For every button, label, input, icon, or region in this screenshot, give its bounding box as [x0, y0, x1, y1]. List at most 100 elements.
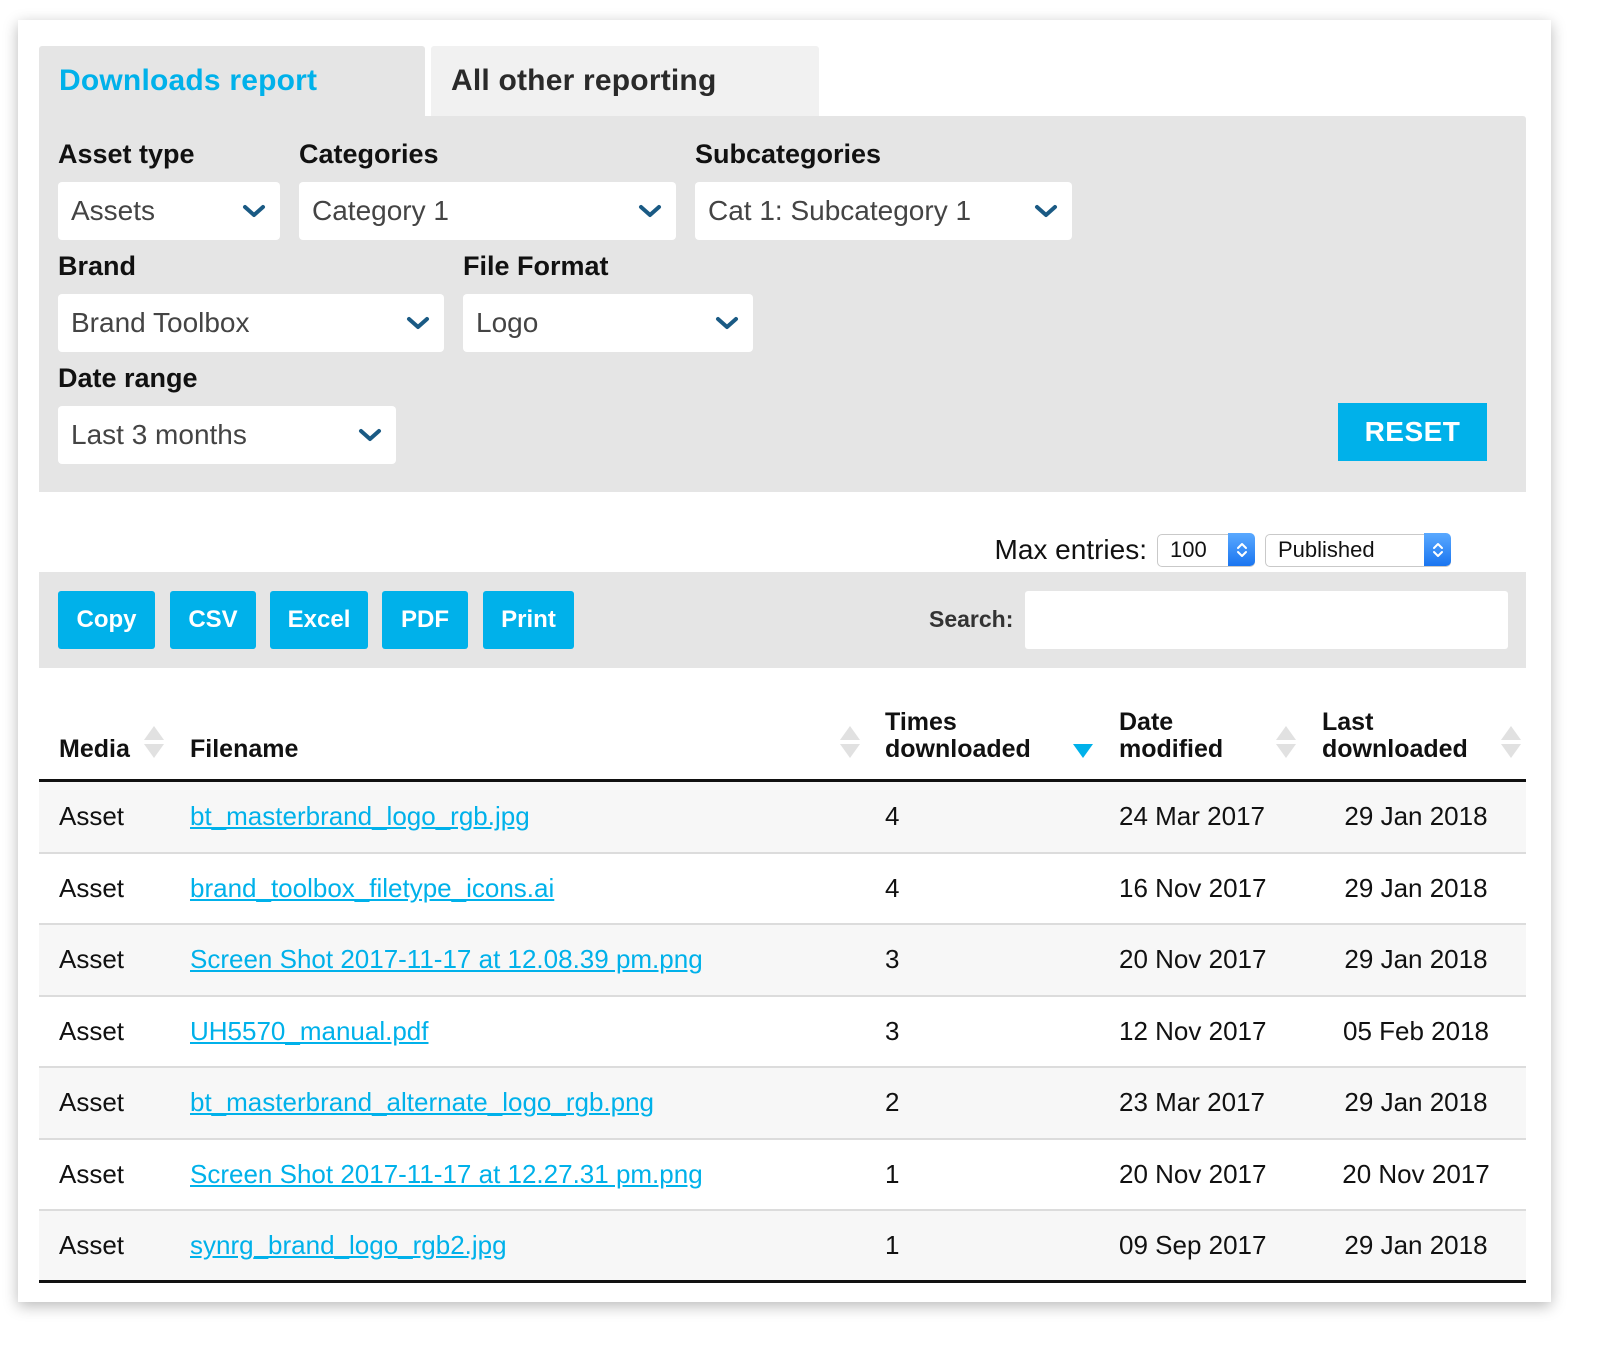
brand-label: Brand: [58, 251, 137, 281]
table-row: Asset bt_masterbrand_logo_rgb.jpg 4 24 Mar …: [39, 782, 1526, 854]
date-modified-value: 24 Mar 2017: [1119, 801, 1265, 832]
times-downloaded-value: 4: [885, 872, 900, 903]
status-value: Published: [1278, 537, 1375, 562]
categories-field: Categories Category 1: [299, 138, 676, 240]
media-value: Asset: [59, 801, 125, 832]
media-value: Asset: [59, 944, 125, 975]
column-header-last-downloaded[interactable]: Last downloaded: [1322, 709, 1492, 763]
excel-button[interactable]: Excel: [270, 591, 368, 649]
chevron-down-icon: [638, 203, 662, 219]
reset-button[interactable]: RESET: [1338, 403, 1487, 461]
sort-icon[interactable]: [839, 725, 861, 759]
copy-button[interactable]: Copy: [58, 591, 155, 649]
categories-select[interactable]: Category 1: [299, 182, 676, 240]
chevron-down-icon: [1034, 203, 1058, 219]
filter-panel: Asset type Assets Categories Category 1 …: [39, 116, 1526, 492]
media-value: Asset: [59, 872, 125, 903]
table-row: Asset Screen Shot 2017-11-17 at 12.27.31 …: [39, 1140, 1526, 1211]
filename-cell: brand_toolbox_filetype_icons.ai: [190, 854, 554, 924]
table-row: Asset Screen Shot 2017-11-17 at 12.08.39 …: [39, 925, 1526, 997]
date-modified-cell: 09 Sep 2017: [1119, 1211, 1266, 1280]
date-modified-value: 16 Nov 2017: [1119, 872, 1267, 903]
sort-icon[interactable]: [1275, 725, 1297, 759]
date-range-select[interactable]: Last 3 months: [58, 406, 396, 464]
times-downloaded-cell: 2: [885, 1068, 899, 1138]
search-input[interactable]: [1025, 591, 1508, 649]
date-range-field: Date range Last 3 months: [58, 362, 396, 464]
sort-desc-icon[interactable]: [1072, 725, 1094, 759]
last-downloaded-value: 29 Jan 2018: [1344, 872, 1488, 903]
sort-icon[interactable]: [143, 725, 165, 759]
filename-link[interactable]: bt_masterbrand_alternate_logo_rgb.png: [190, 1087, 654, 1118]
times-downloaded-value: 2: [885, 1087, 900, 1118]
date-range-label: Date range: [58, 363, 198, 393]
times-downloaded-value: 1: [885, 1158, 900, 1189]
times-downloaded-value: 3: [885, 944, 900, 975]
media-value: Asset: [59, 1229, 125, 1260]
last-downloaded-cell: 20 Nov 2017: [1336, 1140, 1496, 1210]
table-body: Asset bt_masterbrand_logo_rgb.jpg 4 24 Mar …: [39, 782, 1526, 1283]
filename-link[interactable]: bt_masterbrand_logo_rgb.jpg: [190, 801, 530, 832]
status-select[interactable]: Published: [1265, 533, 1451, 567]
filename-link[interactable]: synrg_brand_logo_rgb2.jpg: [190, 1230, 507, 1261]
file-format-select[interactable]: Logo: [463, 294, 753, 352]
last-downloaded-value: 20 Nov 2017: [1342, 1158, 1490, 1189]
file-format-field: File Format Logo: [463, 250, 753, 352]
table-row: Asset brand_toolbox_filetype_icons.ai 4 16 …: [39, 854, 1526, 925]
chevron-down-icon: [358, 427, 382, 443]
file-format-label: File Format: [463, 251, 609, 281]
max-entries-row: Max entries: 100 Published: [994, 533, 1451, 567]
date-modified-cell: 24 Mar 2017: [1119, 782, 1265, 852]
export-toolbar: Copy CSV Excel PDF Print Search:: [39, 572, 1526, 668]
table-header: Media Filename Times downloaded Date mod…: [39, 700, 1526, 782]
date-modified-value: 20 Nov 2017: [1119, 944, 1267, 975]
tab-downloads-report[interactable]: Downloads report: [39, 46, 425, 116]
last-downloaded-cell: 05 Feb 2018: [1336, 997, 1496, 1067]
max-entries-label: Max entries:: [994, 534, 1148, 565]
times-downloaded-cell: 3: [885, 997, 899, 1067]
filename-link[interactable]: brand_toolbox_filetype_icons.ai: [190, 873, 554, 904]
filename-cell: bt_masterbrand_logo_rgb.jpg: [190, 782, 530, 852]
categories-value: Category 1: [312, 195, 449, 226]
media-cell: Asset: [59, 1211, 124, 1280]
asset-type-select[interactable]: Assets: [58, 182, 280, 240]
column-header-date-modified[interactable]: Date modified: [1119, 709, 1249, 763]
table-row: Asset UH5570_manual.pdf 3 12 Nov 2017 05 Feb…: [39, 997, 1526, 1068]
downloads-table: Media Filename Times downloaded Date mod…: [39, 700, 1526, 1283]
date-modified-value: 09 Sep 2017: [1119, 1229, 1267, 1260]
date-modified-value: 20 Nov 2017: [1119, 1158, 1267, 1189]
filename-link[interactable]: Screen Shot 2017-11-17 at 12.27.31 pm.pn…: [190, 1159, 703, 1190]
filename-cell: Screen Shot 2017-11-17 at 12.08.39 pm.pn…: [190, 925, 703, 995]
last-downloaded-cell: 29 Jan 2018: [1336, 782, 1496, 852]
times-downloaded-value: 3: [885, 1015, 900, 1046]
up-down-stepper-icon: [1228, 533, 1255, 566]
filename-link[interactable]: UH5570_manual.pdf: [190, 1016, 429, 1047]
chevron-down-icon: [715, 315, 739, 331]
csv-button[interactable]: CSV: [170, 591, 256, 649]
last-downloaded-cell: 29 Jan 2018: [1336, 925, 1496, 995]
pdf-button[interactable]: PDF: [382, 591, 468, 649]
column-header-filename[interactable]: Filename: [190, 736, 298, 763]
filename-cell: Screen Shot 2017-11-17 at 12.27.31 pm.pn…: [190, 1140, 703, 1210]
media-cell: Asset: [59, 782, 124, 852]
column-header-media[interactable]: Media: [59, 736, 130, 763]
filename-cell: synrg_brand_logo_rgb2.jpg: [190, 1211, 507, 1280]
times-downloaded-value: 4: [885, 801, 900, 832]
last-downloaded-value: 05 Feb 2018: [1342, 1015, 1489, 1046]
print-button[interactable]: Print: [483, 591, 574, 649]
media-value: Asset: [59, 1015, 125, 1046]
asset-type-value: Assets: [71, 195, 156, 226]
sort-icon[interactable]: [1500, 725, 1522, 759]
tab-all-other-reporting[interactable]: All other reporting: [431, 46, 819, 116]
date-modified-cell: 20 Nov 2017: [1119, 925, 1266, 995]
subcategories-value: Cat 1: Subcategory 1: [708, 195, 972, 226]
column-header-times-downloaded[interactable]: Times downloaded: [885, 709, 1055, 763]
filename-link[interactable]: Screen Shot 2017-11-17 at 12.08.39 pm.pn…: [190, 944, 703, 975]
last-downloaded-value: 29 Jan 2018: [1344, 1087, 1488, 1118]
date-modified-cell: 12 Nov 2017: [1119, 997, 1266, 1067]
chevron-down-icon: [406, 315, 430, 331]
last-downloaded-cell: 29 Jan 2018: [1336, 1068, 1496, 1138]
subcategories-select[interactable]: Cat 1: Subcategory 1: [695, 182, 1072, 240]
max-entries-select[interactable]: 100: [1157, 533, 1255, 567]
brand-select[interactable]: Brand Toolbox: [58, 294, 444, 352]
